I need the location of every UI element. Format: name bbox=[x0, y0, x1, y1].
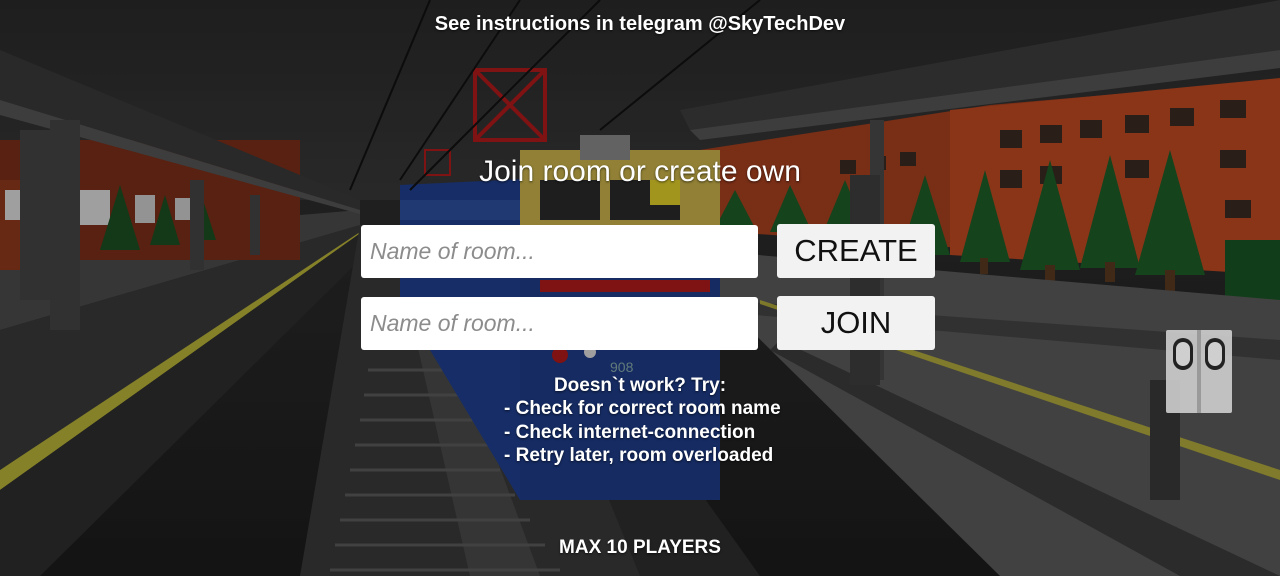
pause-icon bbox=[1166, 330, 1232, 413]
join-button[interactable]: JOIN bbox=[777, 296, 935, 350]
room-heading: Join room or create own bbox=[479, 155, 801, 188]
pause-button[interactable] bbox=[1166, 330, 1232, 413]
max-players-label: MAX 10 PLAYERS bbox=[559, 537, 721, 558]
help-list: - Check for correct room name - Check in… bbox=[504, 397, 781, 468]
create-button[interactable]: CREATE bbox=[777, 224, 935, 278]
game-screen: 908 See instructions in telegram @SkyTec… bbox=[0, 0, 1280, 576]
help-title: Doesn`t work? Try: bbox=[553, 375, 727, 396]
telegram-instructions: See instructions in telegram @SkyTechDev bbox=[434, 13, 846, 35]
help-item: - Check for correct room name bbox=[504, 398, 781, 419]
create-room-name-input[interactable] bbox=[361, 225, 758, 278]
help-item: - Retry later, room overloaded bbox=[504, 445, 774, 466]
help-item: - Check internet-connection bbox=[504, 421, 756, 443]
join-room-name-input[interactable] bbox=[361, 297, 758, 350]
railway-station-scene: 908 bbox=[0, 0, 1280, 576]
